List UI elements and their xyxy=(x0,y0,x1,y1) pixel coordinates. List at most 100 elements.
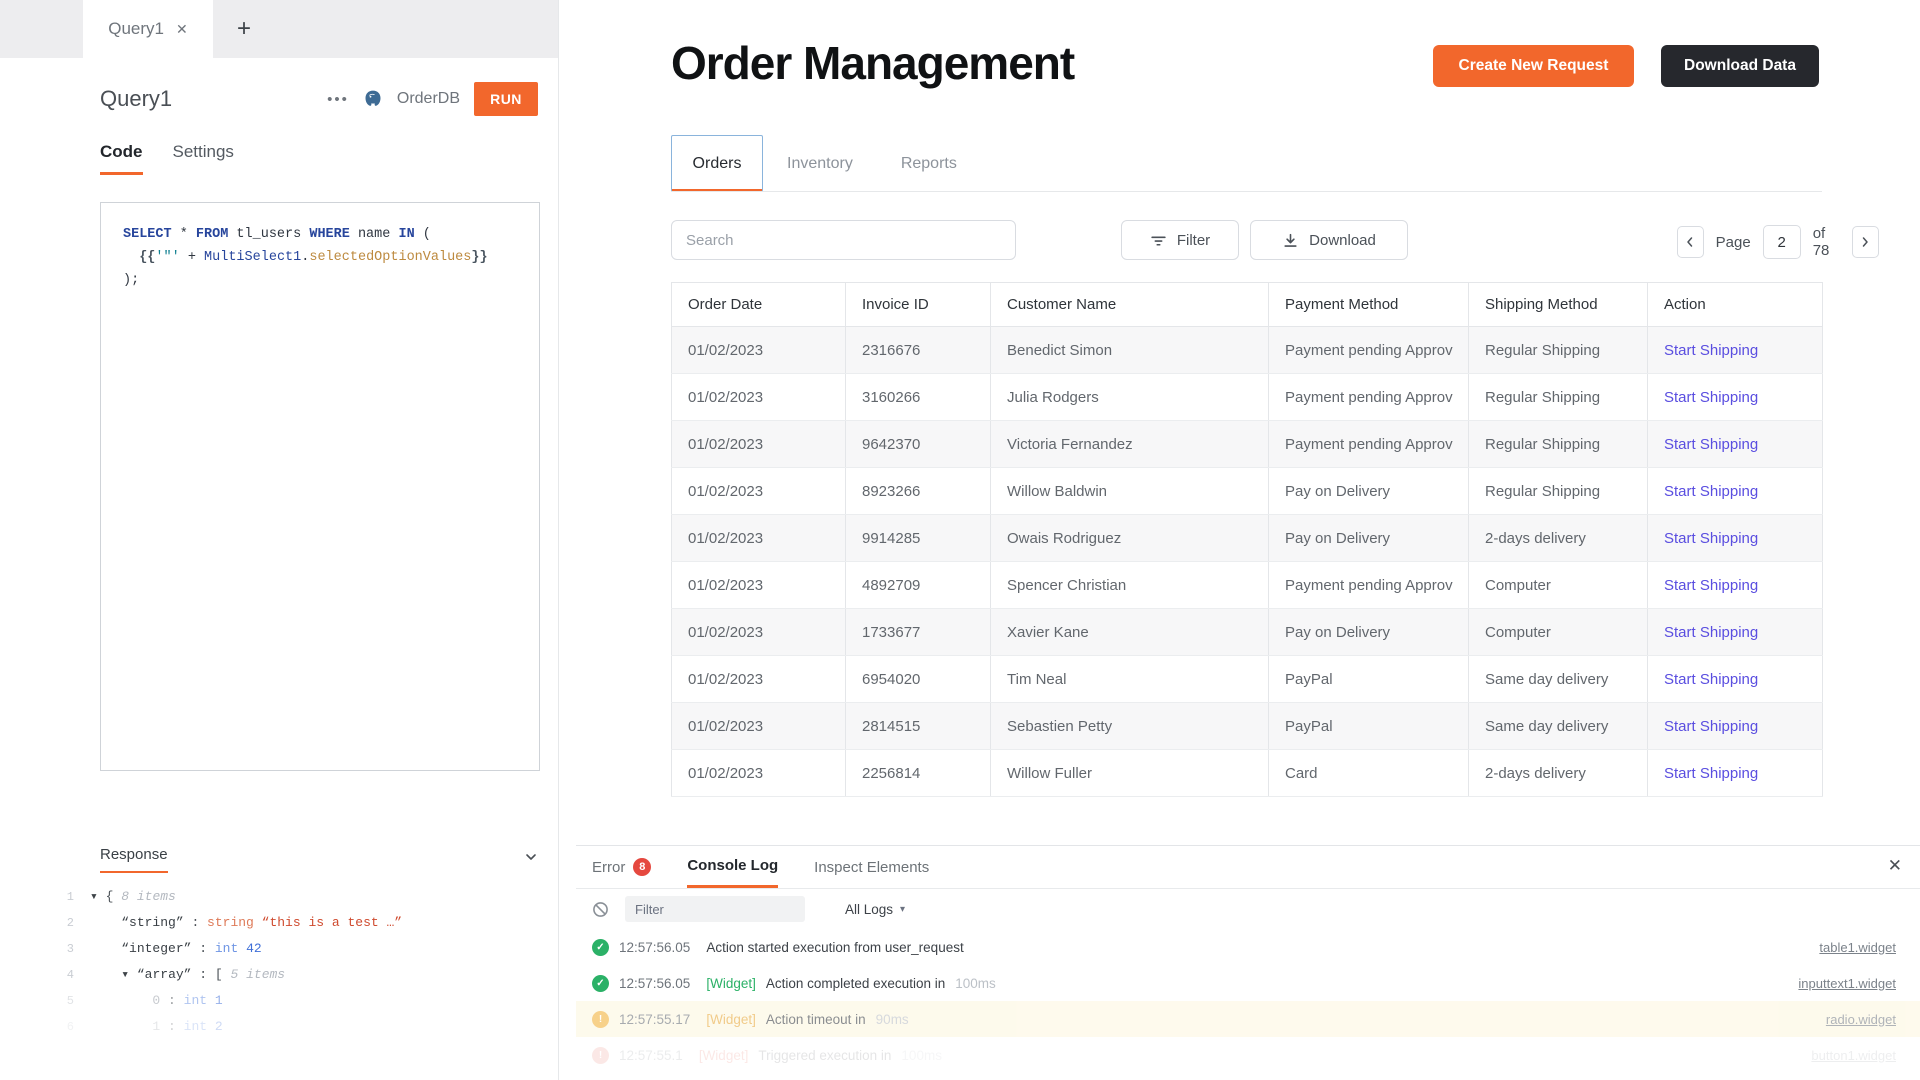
more-menu-icon[interactable]: ••• xyxy=(327,91,349,108)
response-content: “integer” : int 42 xyxy=(121,941,262,956)
console-filter-input[interactable] xyxy=(625,896,805,922)
response-line: 3 “integer” : int 42 xyxy=(0,936,557,962)
tabs-divider xyxy=(671,191,1822,192)
tab-settings[interactable]: Settings xyxy=(173,142,234,175)
table-cell: 1733677 xyxy=(845,608,991,656)
table-cell: 2-days delivery xyxy=(1468,749,1648,797)
query-title: Query1 xyxy=(100,86,173,111)
table-cell: Regular Shipping xyxy=(1468,326,1648,374)
table-cell: Payment pending Approv xyxy=(1268,561,1469,609)
warning-icon: ! xyxy=(592,1010,609,1028)
datasource-name: OrderDB xyxy=(396,90,460,107)
table-row: 01/02/2023 2256814 Willow Fuller Card 2-days… xyxy=(671,749,1823,797)
start-shipping-link[interactable]: Start Shipping xyxy=(1664,718,1758,735)
table-cell: Regular Shipping xyxy=(1468,373,1648,421)
close-icon[interactable]: ✕ xyxy=(176,21,188,38)
log-source-link[interactable]: radio.widget xyxy=(1826,1012,1896,1027)
table-row: 01/02/2023 8923266 Willow Baldwin Pay on De… xyxy=(671,467,1823,515)
table-row: 01/02/2023 9914285 Owais Rodriguez Pay on D… xyxy=(671,514,1823,562)
start-shipping-link[interactable]: Start Shipping xyxy=(1664,436,1758,453)
code-line: SELECT * FROM tl_users WHERE name IN ( xyxy=(123,227,431,242)
table-cell: Julia Rodgers xyxy=(990,373,1269,421)
filter-icon xyxy=(1150,232,1167,249)
error-count-badge: 8 xyxy=(633,858,652,876)
table-cell: Regular Shipping xyxy=(1468,467,1648,515)
table-cell: 01/02/2023 xyxy=(671,655,846,703)
table-cell: 01/02/2023 xyxy=(671,702,846,750)
prev-page-button[interactable] xyxy=(1677,226,1704,258)
table-cell: Start Shipping xyxy=(1647,608,1823,656)
tab-inspect-elements[interactable]: Inspect Elements xyxy=(814,846,929,888)
table-cell: Willow Fuller xyxy=(990,749,1269,797)
table-cell: Payment pending Approv xyxy=(1268,373,1469,421)
table-cell: Xavier Kane xyxy=(990,608,1269,656)
run-button[interactable]: RUN xyxy=(474,82,538,116)
close-icon[interactable]: ✕ xyxy=(1888,856,1902,876)
start-shipping-link[interactable]: Start Shipping xyxy=(1664,342,1758,359)
next-page-button[interactable] xyxy=(1852,226,1879,258)
table-cell: Start Shipping xyxy=(1647,749,1823,797)
success-icon: ✓ xyxy=(592,938,609,956)
console-header: Error 8 Console Log Inspect Elements ✕ xyxy=(576,846,1920,889)
tab-console-log[interactable]: Console Log xyxy=(687,846,779,888)
log-duration: 100ms xyxy=(901,1047,942,1063)
log-timestamp: 12:57:56.05 xyxy=(619,939,691,955)
col-customer-name: Customer Name xyxy=(990,282,1269,327)
download-button[interactable]: Download xyxy=(1250,220,1408,260)
start-shipping-link[interactable]: Start Shipping xyxy=(1664,483,1758,500)
line-number: 6 xyxy=(66,1020,74,1034)
response-header: Response xyxy=(100,846,538,873)
table-cell: 01/02/2023 xyxy=(671,608,846,656)
page-number-input[interactable] xyxy=(1762,225,1801,259)
start-shipping-link[interactable]: Start Shipping xyxy=(1664,530,1758,547)
start-shipping-link[interactable]: Start Shipping xyxy=(1664,671,1758,688)
log-level-value: All Logs xyxy=(845,901,894,917)
response-line: 2 “string” : string “this is a test …” xyxy=(0,910,557,936)
tab-orders[interactable]: Orders xyxy=(671,135,763,192)
table-cell: 01/02/2023 xyxy=(671,373,846,421)
table-cell: Same day delivery xyxy=(1468,655,1648,703)
tab-inventory[interactable]: Inventory xyxy=(763,135,877,192)
start-shipping-link[interactable]: Start Shipping xyxy=(1664,624,1758,641)
tab-code[interactable]: Code xyxy=(100,142,143,175)
query-editor-panel: Query1 ✕ + Query1 ••• OrderDB RUN Code S… xyxy=(0,0,559,1080)
filter-label: Filter xyxy=(1176,231,1211,249)
clear-logs-icon[interactable] xyxy=(592,901,609,918)
log-timestamp: 12:57:55.1 xyxy=(619,1047,683,1063)
page-total: of 78 xyxy=(1812,225,1830,259)
app-root: Query1 ✕ + Query1 ••• OrderDB RUN Code S… xyxy=(0,0,1920,1080)
log-duration: 90ms xyxy=(875,1011,909,1027)
editor-tabs: Code Settings xyxy=(100,142,558,175)
query-header: Query1 ••• OrderDB RUN xyxy=(100,82,538,116)
table-cell: Tim Neal xyxy=(990,655,1269,703)
start-shipping-link[interactable]: Start Shipping xyxy=(1664,389,1758,406)
table-cell: Regular Shipping xyxy=(1468,420,1648,468)
success-icon: ✓ xyxy=(592,974,609,992)
table-cell: 2-days delivery xyxy=(1468,514,1648,562)
log-source-link[interactable]: inputtext1.widget xyxy=(1798,976,1896,991)
create-new-request-button[interactable]: Create New Request xyxy=(1433,45,1634,87)
error-tab-label: Error xyxy=(592,858,626,876)
tab-query1[interactable]: Query1 ✕ xyxy=(83,0,213,58)
add-query-button[interactable]: + xyxy=(213,0,275,58)
log-level-dropdown[interactable]: All Logs ▾ xyxy=(845,902,905,917)
line-number: 1 xyxy=(66,890,74,904)
filter-button[interactable]: Filter xyxy=(1121,220,1239,260)
search-input[interactable] xyxy=(671,220,1016,260)
tab-error[interactable]: Error 8 xyxy=(592,846,652,888)
download-data-button[interactable]: Download Data xyxy=(1661,45,1819,87)
table-row: 01/02/2023 3160266 Julia Rodgers Payment pe… xyxy=(671,373,1823,421)
code-line: ); xyxy=(123,273,140,288)
chevron-down-icon[interactable] xyxy=(524,850,538,869)
console-toolbar: All Logs ▾ xyxy=(576,889,1920,929)
log-source-link[interactable]: table1.widget xyxy=(1819,940,1896,955)
tab-reports[interactable]: Reports xyxy=(877,135,981,192)
table-cell: PayPal xyxy=(1268,655,1469,703)
start-shipping-link[interactable]: Start Shipping xyxy=(1664,765,1758,782)
code-editor[interactable]: SELECT * FROM tl_users WHERE name IN ( {… xyxy=(100,202,540,771)
log-tag: [Widget] xyxy=(698,1047,749,1063)
response-line: 5 0 : int 1 xyxy=(0,988,557,1014)
log-source-link[interactable]: button1.widget xyxy=(1811,1048,1896,1063)
start-shipping-link[interactable]: Start Shipping xyxy=(1664,577,1758,594)
response-body: 1 ▾ { 8 items 2 “string” : string “this is… xyxy=(0,884,557,1034)
